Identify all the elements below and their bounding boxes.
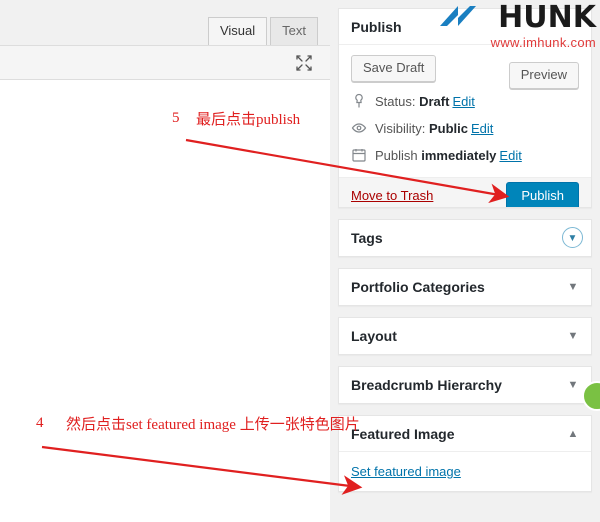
breadcrumb-hierarchy-header[interactable]: Breadcrumb Hierarchy ▼: [339, 367, 591, 403]
visibility-edit-link[interactable]: Edit: [471, 121, 493, 136]
status-row: Status: Draft Edit: [351, 93, 579, 121]
breadcrumb-hierarchy-title: Breadcrumb Hierarchy: [351, 377, 502, 393]
publish-misc-actions: Status: Draft Edit Visibility: Public Edit: [351, 93, 579, 175]
editor-toolbar: [0, 45, 330, 80]
visibility-row: Visibility: Public Edit: [351, 121, 579, 148]
save-draft-button[interactable]: Save Draft: [351, 55, 437, 82]
hunk-logo-mark: [440, 6, 476, 26]
watermark-logo: HUNK www.imhunk.com: [436, 2, 596, 62]
watermark-brand: HUNK: [498, 0, 596, 35]
annotation-text-5: 最后点击publish: [196, 112, 301, 128]
schedule-row: Publish immediately Edit: [351, 148, 579, 175]
editor-content-area[interactable]: [0, 80, 330, 522]
editor-sidebar: Publish Save Draft Preview Status: Draft…: [338, 8, 592, 503]
schedule-edit-link[interactable]: Edit: [499, 148, 521, 163]
eye-icon: [351, 120, 369, 138]
screenshot-root: Visual Text Publish Save Draft Preview S…: [0, 0, 600, 522]
annotation-number-4: 4: [36, 415, 44, 431]
portfolio-categories-box: Portfolio Categories ▼: [338, 268, 592, 306]
annotation-text-4: 然后点击set featured image 上传一张特色图片: [66, 417, 360, 433]
chevron-up-icon[interactable]: ▲: [563, 424, 583, 444]
tags-box: Tags ▼: [338, 219, 592, 257]
tab-visual[interactable]: Visual: [207, 17, 268, 45]
visibility-label: Visibility:: [375, 121, 426, 136]
portfolio-categories-header[interactable]: Portfolio Categories ▼: [339, 269, 591, 305]
calendar-icon: [351, 147, 369, 165]
featured-image-header[interactable]: Featured Image ▲: [339, 416, 591, 452]
preview-button[interactable]: Preview: [508, 62, 579, 89]
annotation-number-5: 5: [172, 110, 180, 126]
post-editor-column: Visual Text: [0, 0, 330, 522]
editor-tabs: Visual Text: [205, 17, 318, 45]
layout-box: Layout ▼: [338, 317, 592, 355]
status-value: Draft: [419, 94, 450, 109]
chevron-down-icon[interactable]: ▼: [563, 277, 583, 297]
featured-image-box: Featured Image ▲ Set featured image: [338, 415, 592, 492]
featured-image-body: Set featured image: [339, 452, 591, 491]
chevron-down-icon[interactable]: ▼: [563, 375, 583, 395]
status-label: Status:: [375, 94, 416, 109]
editor-tabs-bar: Visual Text: [0, 0, 330, 45]
portfolio-categories-title: Portfolio Categories: [351, 279, 485, 295]
layout-header[interactable]: Layout ▼: [339, 318, 591, 354]
visibility-value: Public: [428, 121, 468, 136]
schedule-label: Publish: [375, 148, 418, 163]
fullscreen-icon[interactable]: [295, 54, 313, 72]
watermark-url: www.imhunk.com: [490, 35, 596, 50]
pin-icon: [351, 93, 369, 111]
breadcrumb-hierarchy-box: Breadcrumb Hierarchy ▼: [338, 366, 592, 404]
tags-box-header[interactable]: Tags ▼: [339, 220, 591, 256]
status-edit-link[interactable]: Edit: [452, 94, 474, 109]
chevron-down-icon[interactable]: ▼: [562, 227, 583, 248]
publish-box-body: Save Draft Preview Status: Draft Edit Vi…: [339, 45, 591, 175]
publish-actions-bar: Move to Trash Publish: [339, 177, 591, 207]
publish-button[interactable]: Publish: [506, 182, 579, 207]
schedule-value: immediately: [421, 148, 497, 163]
featured-image-title: Featured Image: [351, 426, 455, 442]
move-to-trash-link[interactable]: Move to Trash: [351, 188, 433, 203]
tags-box-title: Tags: [351, 230, 383, 246]
layout-title: Layout: [351, 328, 397, 344]
tab-text[interactable]: Text: [270, 17, 318, 45]
set-featured-image-link[interactable]: Set featured image: [351, 464, 461, 479]
chevron-down-icon[interactable]: ▼: [563, 326, 583, 346]
